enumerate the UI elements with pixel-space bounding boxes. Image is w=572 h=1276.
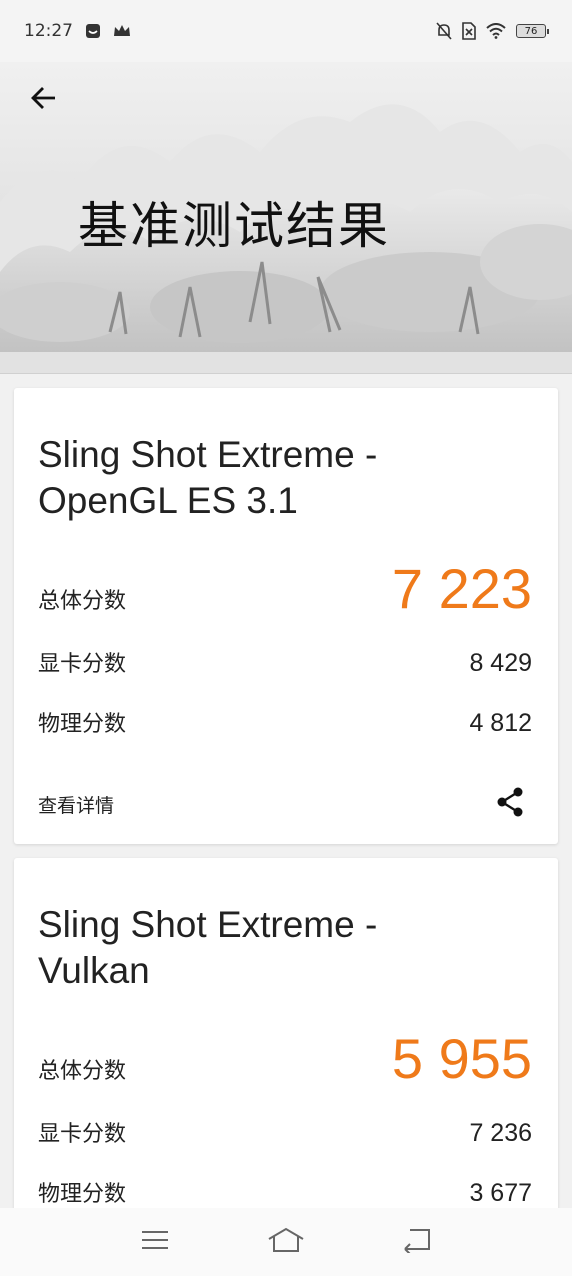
no-sim-icon [462,22,476,40]
graphics-score-label: 显卡分数 [38,652,127,677]
card-footer: 查看详情 [38,786,528,822]
result-card-opengl: Sling Shot Extreme - OpenGL ES 3.1 总体分数 … [14,388,558,844]
status-left: 12:27 [24,21,131,41]
back-icon [402,1227,432,1257]
card-title-line2: OpenGL ES 3.1 [38,480,298,521]
wifi-icon [486,23,506,39]
graphics-score-row: 显卡分数 7 236 [38,1116,532,1148]
overall-score-value: 7 223 [391,557,532,620]
overall-score-label: 总体分数 [38,589,127,614]
physics-score-row: 物理分数 4 812 [38,706,532,738]
status-right: 76 [436,22,549,40]
overall-score-row: 总体分数 7 223 [38,556,532,621]
share-button[interactable] [492,786,528,822]
menu-icon [140,1228,170,1256]
message-icon [85,23,101,39]
graphics-score-label: 显卡分数 [38,1122,127,1147]
physics-score-label: 物理分数 [38,712,127,737]
card-title: Sling Shot Extreme - Vulkan [38,902,478,994]
status-bar: 12:27 76 [0,0,572,62]
physics-score-value: 4 812 [469,709,532,737]
header-banner: 基准测试结果 [0,62,572,374]
physics-score-row: 物理分数 3 677 [38,1176,532,1208]
card-title-line2: Vulkan [38,950,150,991]
overall-score-value: 5 955 [391,1027,532,1090]
back-button[interactable] [22,78,66,122]
share-icon [494,786,526,822]
home-icon [267,1226,305,1258]
card-title-line1: Sling Shot Extreme - [38,904,378,945]
physics-score-label: 物理分数 [38,1182,127,1207]
page-title: 基准测试结果 [78,197,390,255]
card-title-line1: Sling Shot Extreme - [38,434,378,475]
graphics-score-value: 7 236 [469,1119,532,1147]
physics-score-value: 3 677 [469,1179,532,1207]
card-title: Sling Shot Extreme - OpenGL ES 3.1 [38,432,478,524]
arrow-left-icon [30,84,58,116]
overall-score-label: 总体分数 [38,1059,127,1084]
bell-off-icon [436,22,452,40]
battery-icon: 76 [516,24,549,38]
status-time: 12:27 [24,21,73,41]
overall-score-row: 总体分数 5 955 [38,1026,532,1091]
crown-icon [113,24,131,38]
graphics-score-row: 显卡分数 8 429 [38,646,532,678]
back-nav-button[interactable] [393,1218,441,1266]
menu-button[interactable] [131,1218,179,1266]
graphics-score-value: 8 429 [469,649,532,677]
home-button[interactable] [262,1218,310,1266]
view-details-link[interactable]: 查看详情 [38,791,114,818]
system-nav-bar [0,1208,572,1276]
